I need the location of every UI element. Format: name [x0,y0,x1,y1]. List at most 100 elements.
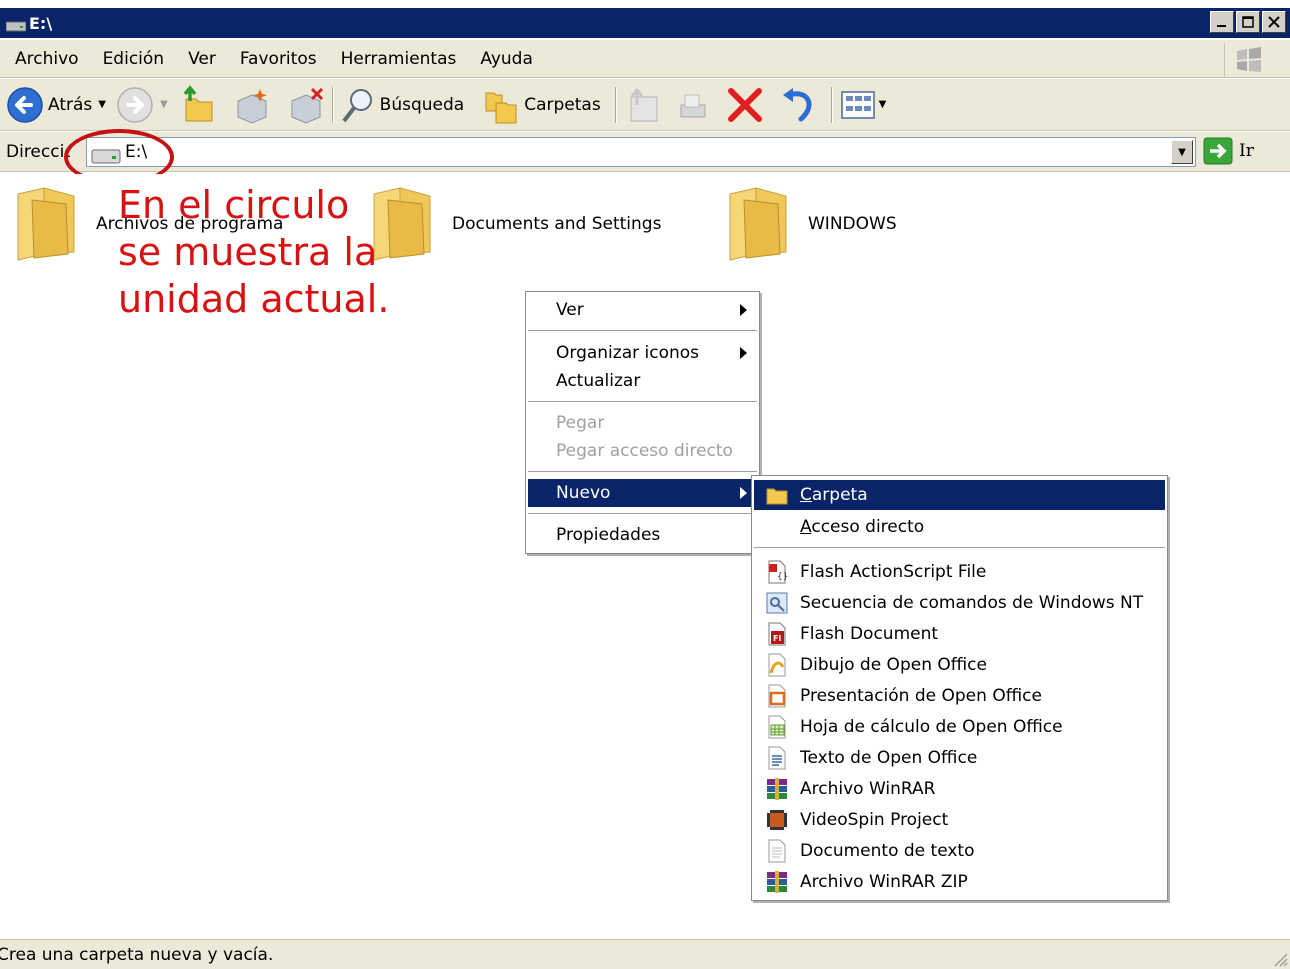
close-icon [1268,16,1280,28]
views-button[interactable]: ▼ [839,83,887,127]
menu-separator [754,547,1165,549]
openoffice-calc-icon [764,715,790,739]
new-submenu: Carpeta Acceso directo {} Flash ActionSc… [751,475,1168,901]
windows-logo [1224,43,1272,77]
submenu-item-writer[interactable]: Texto de Open Office [754,744,1165,772]
context-item-label: Propiedades [556,525,661,545]
address-input[interactable]: E:\ ▼ [86,137,1196,167]
submenu-item-acceso-directo[interactable]: Acceso directo [754,513,1165,541]
context-item-label: Actualizar [556,371,641,391]
menu-ver[interactable]: Ver [176,49,228,69]
submenu-item-flash-document[interactable]: Fl Flash Document [754,620,1165,648]
go-label: Ir [1239,141,1254,161]
blank-icon-slot [764,515,790,539]
resize-grip-icon[interactable] [1272,951,1288,967]
maximize-button[interactable] [1236,11,1260,33]
submenu-item-winrar[interactable]: Archivo WinRAR [754,775,1165,803]
views-icon [840,90,875,119]
folder-item[interactable]: Documents and Settings [370,186,661,262]
undo-icon [782,87,812,121]
new-item-button[interactable] [232,83,272,127]
print-icon [680,94,706,117]
move-up-button[interactable] [623,83,663,127]
menu-ayuda[interactable]: Ayuda [468,49,545,69]
accelerator-key: A [800,517,812,537]
submenu-item-label: Documento de texto [800,841,975,861]
back-arrow-icon [7,86,43,123]
address-dropdown-button[interactable]: ▼ [1171,140,1193,164]
search-label: Búsqueda [379,94,465,115]
actionscript-file-icon: {} [764,560,790,584]
delete-button[interactable] [725,83,765,127]
svg-text:Fl: Fl [773,634,781,643]
context-item-nuevo[interactable]: Nuevo [528,479,757,507]
submenu-item-calc[interactable]: Hoja de cálculo de Open Office [754,713,1165,741]
standard-toolbar: Atrás ▼ ▼ Búsqueda Carpetas ▼ [0,79,1290,131]
text-document-icon [764,839,790,863]
annotation-line: unidad actual. [118,277,390,321]
status-bar: Crea una carpeta nueva y vacía. [0,939,1290,969]
maximize-icon [1242,16,1254,28]
openoffice-writer-icon [764,746,790,770]
menu-edicion[interactable]: Edición [91,49,177,69]
up-folder-button[interactable] [178,83,218,127]
script-file-icon [764,591,790,615]
menu-favoritos[interactable]: Favoritos [228,49,329,69]
folders-button[interactable]: Carpetas [482,83,601,127]
go-button[interactable]: Ir [1203,137,1254,165]
openoffice-draw-icon [764,653,790,677]
print-button[interactable] [675,83,711,127]
menu-archivo[interactable]: Archivo [3,49,91,69]
minimize-icon [1217,25,1226,27]
submenu-item-videospin[interactable]: VideoSpin Project [754,806,1165,834]
context-item-label: Organizar iconos [556,343,700,363]
annotation-line: En el circulo [118,183,350,227]
folder-item[interactable]: WINDOWS [726,186,897,262]
context-item-label: Pegar acceso directo [556,441,733,461]
flash-document-icon: Fl [764,622,790,646]
context-item-pegar[interactable]: Pegar [528,409,757,437]
context-item-ver[interactable]: Ver [528,296,757,324]
context-item-pegar-acceso-directo[interactable]: Pegar acceso directo [528,437,757,465]
submenu-item-flash-actionscript[interactable]: {} Flash ActionScript File [754,558,1165,586]
search-icon [342,88,372,122]
submenu-item-impress[interactable]: Presentación de Open Office [754,682,1165,710]
submenu-item-text-document[interactable]: Documento de texto [754,837,1165,865]
back-label: Atrás [48,94,93,115]
context-item-actualizar[interactable]: Actualizar [528,367,757,395]
submenu-item-label: Flash Document [800,624,939,644]
context-item-propiedades[interactable]: Propiedades [528,521,757,549]
forward-dropdown-icon[interactable]: ▼ [160,99,168,110]
toolbar-separator [331,86,334,123]
back-dropdown-icon[interactable]: ▼ [98,99,106,110]
forward-button[interactable]: ▼ [116,83,168,127]
undo-button[interactable] [779,83,819,127]
submenu-item-label: Carpeta [800,485,868,505]
submenu-item-winrar-zip[interactable]: Archivo WinRAR ZIP [754,868,1165,896]
minimize-button[interactable] [1210,11,1234,33]
back-button[interactable]: Atrás ▼ [6,83,106,127]
up-folder-icon [183,84,213,121]
context-item-organizar-iconos[interactable]: Organizar iconos [528,339,757,367]
context-item-label: Pegar [556,413,605,433]
title-bar: E:\ [0,8,1290,38]
delete-x-icon [727,87,762,122]
winrar-zip-icon [764,870,790,894]
toolbar-separator [614,86,617,123]
submenu-item-label: Presentación de Open Office [800,686,1042,706]
views-dropdown-icon[interactable]: ▼ [879,99,887,110]
menu-separator [528,513,757,515]
label-rest: cceso directo [811,517,925,537]
menu-herramientas[interactable]: Herramientas [329,49,469,69]
search-button[interactable]: Búsqueda [340,83,465,127]
delete-box-button[interactable] [286,83,326,127]
menu-separator [528,471,757,473]
submenu-item-carpeta[interactable]: Carpeta [754,480,1165,510]
submenu-arrow-icon [740,487,747,499]
folder-name: Documents and Settings [452,214,662,234]
close-button[interactable] [1262,11,1286,33]
menu-separator [528,401,757,403]
submenu-item-draw[interactable]: Dibujo de Open Office [754,651,1165,679]
submenu-item-label: Secuencia de comandos de Windows NT [800,593,1144,613]
submenu-item-script-nt[interactable]: Secuencia de comandos de Windows NT [754,589,1165,617]
